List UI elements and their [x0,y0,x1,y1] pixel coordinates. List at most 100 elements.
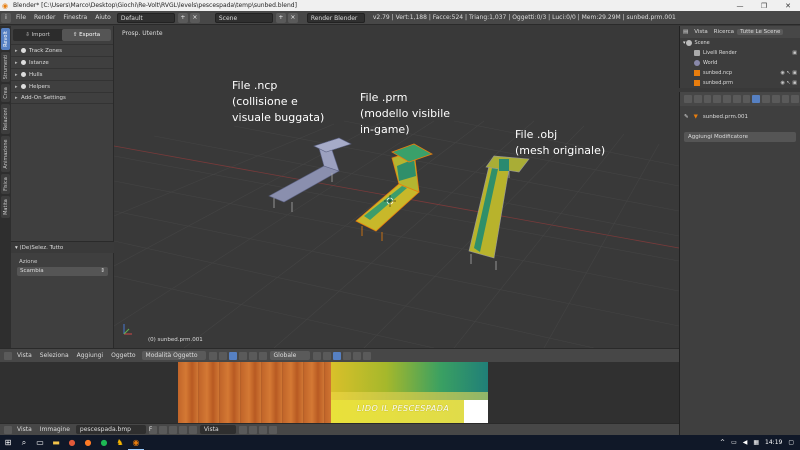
blender-taskbar-icon[interactable]: ◉ [128,435,144,450]
layers-icon[interactable] [312,351,321,360]
pivot-icon[interactable] [218,351,227,360]
rotate-icon[interactable] [248,351,257,360]
layers-icon[interactable] [322,351,331,360]
menu-image[interactable]: Immagine [36,426,74,433]
object-tab-icon[interactable] [732,95,741,103]
mode-selector[interactable]: Modalità Oggetto [141,351,206,360]
outliner[interactable]: ▤ Vista Ricerca Tutte Le Scene ▾ Scene L… [679,26,800,88]
maximize-button[interactable]: ❐ [752,2,776,10]
action-dropdown[interactable]: Scambia ⇕ [17,267,108,276]
editor-type-icon[interactable] [4,351,12,360]
tray-chevron-icon[interactable]: ^ [720,439,725,446]
new-image-icon[interactable] [158,425,167,434]
image-selector[interactable]: pescespada.bmp [75,425,146,434]
physics-tab-icon[interactable] [791,95,799,103]
display-channels-icon[interactable] [248,425,257,434]
properties-editor[interactable]: ✎ ▼ sunbed.prm.001 Aggiungi Modificatore [679,92,800,435]
modifiers-tab-icon[interactable] [752,95,760,103]
editor-type-icon[interactable]: i [1,12,11,23]
tab-tools[interactable]: Strumenti [1,52,10,82]
tab-physics[interactable]: Fisica [1,174,10,194]
add-scene-icon[interactable]: + [275,12,286,23]
visibility-icon[interactable]: ◉ ↖ ▣ [781,80,797,86]
scale-icon[interactable] [258,351,267,360]
fake-user-icon[interactable]: F [148,425,157,434]
display-channels-icon[interactable] [258,425,267,434]
start-icon[interactable]: ⊞ [0,435,16,450]
outliner-display-mode[interactable]: Tutte Le Scene [737,29,784,35]
display-channels-icon[interactable] [268,425,277,434]
tab-animation[interactable]: Animazione [1,136,10,172]
menu-window[interactable]: Finestra [59,14,91,21]
visibility-icon[interactable]: ◉ ↖ ▣ [781,70,797,76]
layout-selector[interactable]: Default [116,12,175,23]
data-tab-icon[interactable] [762,95,770,103]
translate-icon[interactable] [238,351,247,360]
outliner-tab-view[interactable]: Vista [691,29,711,35]
export-tab[interactable]: ⇧ Esporta [62,29,111,41]
panel-addon-settings[interactable]: ▸ Add-On Settings [11,92,113,104]
outliner-tab-search[interactable]: Ricerca [711,29,737,35]
editor-type-icon[interactable]: ▤ [680,29,691,35]
texture-tab-icon[interactable] [781,95,790,103]
material-tab-icon[interactable] [771,95,780,103]
scene-tab-icon[interactable] [713,95,721,103]
panel-instances[interactable]: ▸ Istanze [11,56,113,68]
tab-revolt[interactable]: Revolt [1,28,10,50]
render-anim-icon[interactable] [362,351,371,360]
render-engine-selector[interactable]: Render Blender [306,12,365,23]
remove-scene-icon[interactable]: × [287,12,298,23]
panel-track-zones[interactable]: ▸ Track Zones [11,44,113,56]
menu-render[interactable]: Render [30,14,59,21]
editor-type-icon[interactable] [4,425,12,434]
remove-layout-icon[interactable]: × [189,12,200,23]
editor-type-icon[interactable] [684,95,692,103]
panel-helpers[interactable]: ▸ Helpers [11,80,113,92]
tree-row-sunbed-ncp[interactable]: sunbed.ncp ◉ ↖ ▣ [680,68,800,78]
scene-selector[interactable]: Scene [214,12,273,23]
close-button[interactable]: ✕ [776,2,800,10]
add-layout-icon[interactable]: + [177,12,188,23]
view-mode-selector[interactable]: Vista [199,425,236,434]
pin-icon[interactable]: ✎ [684,114,689,120]
snap-icon[interactable] [332,351,341,360]
pin-icon[interactable] [178,425,187,434]
menu-view[interactable]: Vista [13,352,36,359]
constraints-tab-icon[interactable] [742,95,751,103]
uv-image-editor[interactable]: LIDO IL PESCESPADA [0,362,679,423]
volume-icon[interactable]: ◀ [743,439,748,446]
tree-row-world[interactable]: World [680,58,800,68]
search-icon[interactable]: ⌕ [16,435,32,450]
notifications-icon[interactable]: ▢ [788,439,794,446]
chrome-icon[interactable]: ● [64,435,80,450]
tab-relations[interactable]: Relazioni [1,104,10,134]
mode-icon[interactable] [188,425,197,434]
menu-view[interactable]: Vista [13,426,36,433]
minimize-button[interactable]: — [728,2,752,10]
tree-row-scene[interactable]: ▾ Scene [680,38,800,48]
orientation-selector[interactable]: Globale [269,351,310,360]
render-icon[interactable] [352,351,361,360]
firefox-icon[interactable]: ● [80,435,96,450]
snap-target-icon[interactable] [342,351,351,360]
menu-object[interactable]: Oggetto [107,352,139,359]
tab-grease-pencil[interactable]: Matita [1,196,10,218]
render-tab-icon[interactable] [693,95,702,103]
add-modifier-dropdown[interactable]: Aggiungi Modificatore [684,132,796,142]
open-image-icon[interactable] [168,425,177,434]
panel-hulls[interactable]: ▸ Hulls [11,68,113,80]
import-tab[interactable]: ⇩ Import [13,29,62,41]
3d-viewport[interactable]: Prosp. Utente File .ncp (collisione e vi… [114,26,679,348]
keyboard-icon[interactable]: ▦ [753,439,759,446]
world-tab-icon[interactable] [723,95,731,103]
spotify-icon[interactable]: ● [96,435,112,450]
clock[interactable]: 14:19 [765,439,782,446]
layers-tab-icon[interactable] [703,95,712,103]
menu-select[interactable]: Seleziona [36,352,73,359]
manipulator-icon[interactable] [228,351,237,360]
menu-add[interactable]: Aggiungi [73,352,107,359]
task-view-icon[interactable]: ▭ [32,435,48,450]
file-explorer-icon[interactable]: ▬ [48,435,64,450]
tree-row-sunbed-prm[interactable]: sunbed.prm ◉ ↖ ▣ [680,78,800,88]
app-icon[interactable]: ♞ [112,435,128,450]
